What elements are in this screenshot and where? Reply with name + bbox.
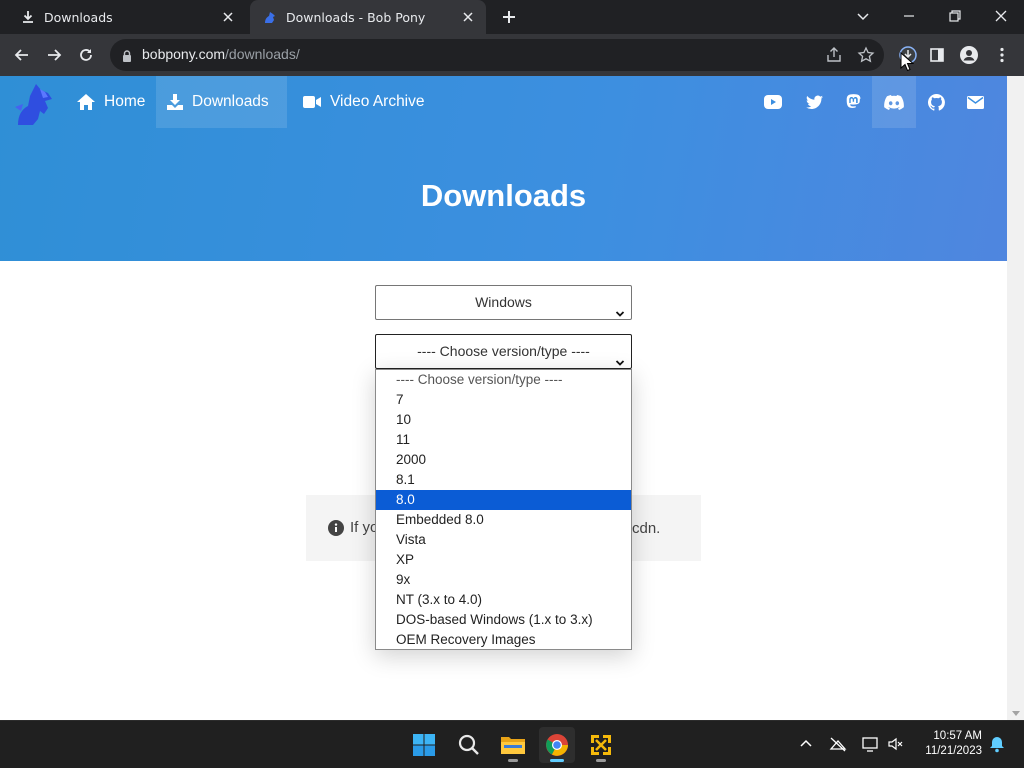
dropdown-option-placeholder[interactable]: ---- Choose version/type ---- — [376, 370, 631, 390]
windows-start-button[interactable] — [406, 727, 442, 763]
mastodon-icon — [846, 94, 860, 108]
browser-toolbar: bobpony.com/downloads/ — [0, 34, 1024, 76]
download-icon — [167, 94, 183, 110]
close-window-icon[interactable] — [991, 6, 1011, 26]
github-link[interactable] — [916, 76, 956, 128]
new-tab-plus-icon[interactable] — [499, 7, 519, 27]
dropdown-option-10[interactable]: 10 — [376, 410, 631, 430]
tab-search-chevron-icon[interactable] — [853, 6, 873, 26]
github-icon — [927, 93, 945, 111]
chevron-down-icon — [615, 298, 625, 317]
email-icon — [966, 95, 984, 109]
file-explorer-icon — [501, 737, 525, 754]
os-select-value: Windows — [475, 294, 532, 310]
dropdown-option-9x[interactable]: 9x — [376, 570, 631, 590]
chevron-down-icon — [615, 347, 625, 366]
tab-strip: Downloads Downloads - Bob Pony — [0, 0, 1024, 34]
nav-video-archive-link[interactable]: Video Archive — [292, 76, 435, 128]
youtube-link[interactable] — [753, 76, 793, 128]
side-panel-icon[interactable] — [927, 45, 947, 65]
nav-downloads-link[interactable]: Downloads — [156, 76, 287, 128]
minimize-icon[interactable] — [899, 6, 919, 26]
version-dropdown-list: ---- Choose version/type ---- 7 10 11 20… — [375, 369, 632, 650]
mastodon-link[interactable] — [833, 76, 873, 128]
mouse-cursor-icon — [900, 51, 915, 72]
dropdown-option-8-1[interactable]: 8.1 — [376, 470, 631, 490]
clock-date: 11/21/2023 — [925, 745, 982, 757]
home-icon — [77, 94, 95, 110]
taskbar: 10:57 AM 11/21/2023 — [0, 720, 1024, 768]
search-icon — [458, 734, 479, 755]
info-text-suffix: cdn. — [632, 520, 661, 537]
windows-start-icon — [413, 734, 435, 756]
dropdown-option-xp[interactable]: XP — [376, 550, 631, 570]
app-icon — [591, 735, 611, 755]
version-select[interactable]: ---- Choose version/type ---- — [375, 334, 632, 369]
taskbar-app[interactable] — [583, 727, 619, 763]
taskbar-file-explorer[interactable] — [495, 727, 531, 763]
download-icon — [20, 9, 36, 25]
volume-muted-icon[interactable] — [887, 735, 905, 753]
dropdown-option-embedded-8-0[interactable]: Embedded 8.0 — [376, 510, 631, 530]
page-title: Downloads — [420, 178, 587, 213]
bookmark-star-icon[interactable] — [857, 46, 875, 64]
dropdown-option-dos-based[interactable]: DOS-based Windows (1.x to 3.x) — [376, 610, 631, 630]
nav-label: Downloads — [192, 93, 269, 110]
os-select[interactable]: Windows — [375, 285, 632, 320]
dropdown-option-vista[interactable]: Vista — [376, 530, 631, 550]
dropdown-option-2000[interactable]: 2000 — [376, 450, 631, 470]
lock-icon[interactable] — [120, 48, 134, 62]
dropdown-option-oem-recovery[interactable]: OEM Recovery Images — [376, 630, 631, 650]
profile-icon[interactable] — [959, 45, 979, 65]
dropdown-option-nt[interactable]: NT (3.x to 4.0) — [376, 590, 631, 610]
discord-icon — [884, 94, 904, 110]
scroll-down-arrow-icon[interactable] — [1012, 711, 1020, 716]
discord-link[interactable] — [872, 76, 916, 128]
bob-pony-favicon-icon — [262, 9, 278, 25]
tab-title: Downloads - Bob Pony — [286, 9, 426, 25]
twitter-icon — [805, 95, 823, 109]
dropdown-option-7[interactable]: 7 — [376, 390, 631, 410]
taskbar-chrome[interactable] — [539, 727, 575, 763]
site-navbar: Home Downloads Video Archive — [0, 76, 1007, 128]
page-scrollbar[interactable] — [1007, 76, 1024, 720]
info-circle-icon — [328, 519, 344, 536]
tab-title: Downloads — [44, 9, 113, 25]
version-select-value: ---- Choose version/type ---- — [417, 343, 590, 359]
clock-time: 10:57 AM — [933, 730, 982, 742]
forward-arrow-icon[interactable] — [44, 45, 64, 65]
taskbar-search-button[interactable] — [451, 727, 487, 763]
back-arrow-icon[interactable] — [12, 45, 32, 65]
close-tab-icon[interactable] — [460, 9, 476, 25]
url-text: bobpony.com/downloads/ — [142, 46, 300, 62]
restore-icon[interactable] — [945, 6, 965, 26]
network-off-icon[interactable] — [829, 735, 847, 753]
nav-label: Home — [104, 93, 146, 110]
address-bar[interactable]: bobpony.com/downloads/ — [110, 39, 884, 71]
close-tab-icon[interactable] — [220, 9, 236, 25]
tab-downloads[interactable]: Downloads — [8, 0, 246, 34]
dropdown-option-11[interactable]: 11 — [376, 430, 631, 450]
bob-pony-logo-icon[interactable] — [10, 79, 60, 129]
youtube-icon — [764, 95, 782, 109]
notification-bell-icon[interactable] — [988, 735, 1006, 753]
chrome-icon — [546, 734, 568, 756]
twitter-link[interactable] — [794, 76, 834, 128]
nav-label: Video Archive — [330, 93, 425, 110]
tray-chevron-up-icon[interactable] — [797, 735, 815, 753]
web-page: Downloads Home Downloads Video Archive W… — [0, 76, 1007, 720]
nav-home-link[interactable]: Home — [66, 76, 155, 128]
taskbar-clock[interactable]: 10:57 AM 11/21/2023 — [912, 729, 982, 759]
dropdown-option-8-0[interactable]: 8.0 — [376, 490, 631, 510]
reload-icon[interactable] — [76, 45, 96, 65]
menu-kebab-icon[interactable] — [992, 45, 1012, 65]
video-camera-icon — [303, 96, 321, 108]
email-link[interactable] — [955, 76, 995, 128]
display-icon[interactable] — [861, 735, 879, 753]
tab-downloads-bob-pony[interactable]: Downloads - Bob Pony — [250, 0, 486, 34]
share-icon[interactable] — [825, 46, 843, 64]
